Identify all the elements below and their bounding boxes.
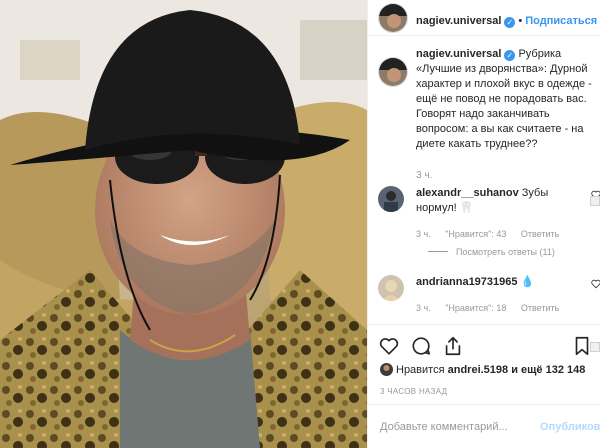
view-replies-label: Посмотреть ответы (11)	[456, 247, 555, 257]
author-username[interactable]: nagiev.universal	[416, 15, 501, 27]
comment-meta: 3 ч. "Нравится": 43 Ответить	[416, 229, 571, 239]
caption-author-avatar[interactable]	[378, 57, 408, 87]
comment-username[interactable]: alexandr__suhanov	[416, 187, 519, 199]
likes-count[interactable]: и ещё 132 148	[511, 364, 585, 376]
commenter-avatar[interactable]	[378, 275, 404, 301]
follow-button[interactable]: Подписаться	[525, 15, 597, 27]
post-photo-image	[0, 0, 367, 448]
comment-icon[interactable]	[410, 335, 432, 357]
comment-time[interactable]: 3 ч.	[416, 229, 431, 239]
view-replies-button[interactable]: Посмотреть ответы (11)	[428, 247, 555, 257]
liker-avatar[interactable]	[380, 363, 393, 376]
post-header: nagiev.universal ✓ • Подписаться	[368, 0, 600, 36]
comment-time[interactable]: 3 ч.	[416, 303, 431, 313]
comment-input[interactable]	[380, 415, 530, 439]
header-user-line: nagiev.universal ✓ • Подписаться	[416, 11, 597, 29]
comment-reply-button[interactable]: Ответить	[521, 303, 559, 313]
post-actions: Нравится andrei.5198 и ещё 132 148 3 ЧАС…	[368, 324, 600, 404]
comment-body: andrianna19731965 💧	[416, 275, 591, 290]
comment-username[interactable]: andrianna19731965	[416, 276, 518, 288]
publish-button[interactable]: Опубликовать	[540, 421, 600, 433]
post-side-panel: nagiev.universal ✓ • Подписаться nagiev.uni…	[367, 0, 600, 448]
comment-meta: 3 ч. "Нравится": 18 Ответить	[416, 303, 571, 313]
comment-like-heart-icon[interactable]	[591, 279, 600, 289]
comment-body: alexandr__suhanov Зубы нормул! 🦷	[416, 186, 591, 216]
liker-username[interactable]: andrei.5198	[448, 364, 509, 376]
comment-reply-button[interactable]: Ответить	[521, 229, 559, 239]
commenter-avatar[interactable]	[378, 186, 404, 212]
separator-dot: •	[518, 15, 523, 27]
share-icon[interactable]	[442, 335, 464, 357]
replies-line	[428, 251, 448, 252]
caption-time[interactable]: 3 ч.	[416, 170, 432, 181]
caption-text: Рубрика «Лучшие из дворянства»: Дурной х…	[416, 48, 592, 150]
post-photo[interactable]	[0, 0, 367, 448]
likes-prefix: Нравится	[396, 364, 445, 376]
scroll-up-arrow[interactable]	[590, 196, 600, 206]
comment-text: 💧	[520, 276, 535, 288]
verified-icon: ✓	[504, 50, 516, 61]
verified-icon: ✓	[504, 17, 516, 28]
heart-icon[interactable]	[378, 335, 400, 357]
add-comment-bar: Опубликовать	[368, 404, 600, 448]
caption-text-block: nagiev.universal ✓ Рубрика «Лучшие из дво…	[416, 47, 600, 152]
likes-summary: Нравится andrei.5198 и ещё 132 148	[380, 363, 585, 376]
post-timestamp[interactable]: 3 ЧАСОВ НАЗАД	[380, 387, 447, 396]
caption-username[interactable]: nagiev.universal	[416, 48, 501, 60]
comment-likes-count[interactable]: "Нравится": 43	[445, 229, 506, 239]
scroll-down-arrow[interactable]	[590, 342, 600, 352]
author-avatar[interactable]	[378, 3, 408, 33]
comment-likes-count[interactable]: "Нравится": 18	[445, 303, 506, 313]
